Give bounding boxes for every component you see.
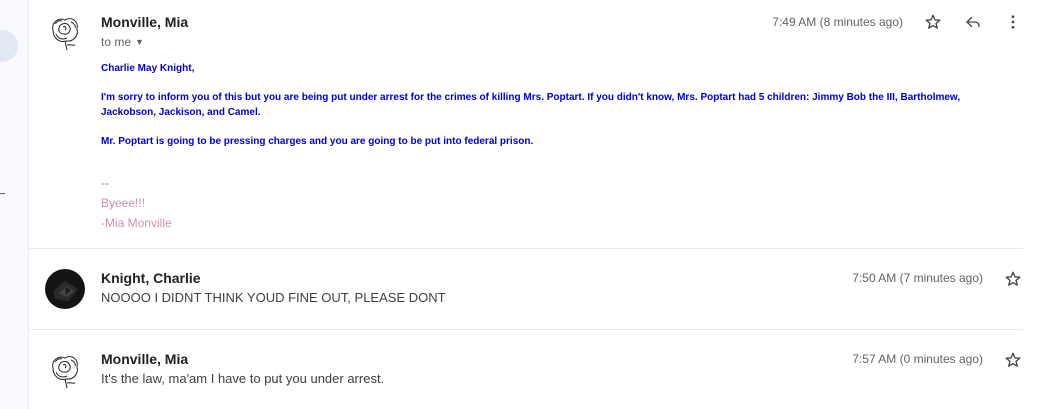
- message-collapsed[interactable]: Knight, Charlie NOOOO I DIDNT THINK YOUD…: [29, 249, 1023, 330]
- message-snippet: NOOOO I DIDNT THINK YOUD FINE OUT, PLEAS…: [101, 290, 446, 305]
- body-paragraph-2: Mr. Poptart is going to be pressing char…: [101, 136, 534, 147]
- nav-active-indicator[interactable]: [0, 30, 18, 62]
- left-navigation-rail: [0, 0, 29, 409]
- more-options-icon[interactable]: [1003, 12, 1023, 32]
- body-paragraph-1: I'm sorry to inform you of this but you …: [101, 92, 961, 118]
- star-icon[interactable]: [1003, 350, 1023, 370]
- reply-icon[interactable]: [963, 12, 983, 32]
- body-greeting: Charlie May Knight,: [101, 63, 195, 74]
- message-expanded: Monville, Mia to me ▼ 7:49 AM (8 minutes …: [29, 0, 1023, 249]
- signature-block: -- Byeee!!! -Mia Monville: [101, 173, 1016, 233]
- avatar-rose[interactable]: [45, 12, 85, 52]
- message-snippet: It's the law, ma'am I have to put you un…: [101, 371, 385, 386]
- avatar-photo[interactable]: [45, 269, 85, 309]
- sender-name[interactable]: Monville, Mia: [101, 351, 188, 367]
- signature-line-2: -Mia Monville: [101, 216, 172, 230]
- message-timestamp: 7:57 AM (0 minutes ago): [852, 352, 983, 366]
- signature-separator: --: [101, 176, 109, 190]
- message-body: Charlie May Knight, I'm sorry to inform …: [101, 61, 1016, 233]
- message-timestamp: 7:49 AM (8 minutes ago): [772, 15, 903, 29]
- recipients-label: to me: [101, 35, 132, 49]
- sender-name[interactable]: Knight, Charlie: [101, 270, 201, 286]
- recipients-toggle[interactable]: to me ▼: [101, 35, 144, 49]
- message-collapsed[interactable]: Monville, Mia It's the law, ma'am I have…: [29, 330, 1023, 409]
- sender-name[interactable]: Monville, Mia: [101, 14, 188, 30]
- star-icon[interactable]: [923, 12, 943, 32]
- message-timestamp: 7:50 AM (7 minutes ago): [852, 271, 983, 285]
- rail-divider: [0, 193, 5, 194]
- star-icon[interactable]: [1003, 269, 1023, 289]
- caret-down-icon[interactable]: ▼: [135, 37, 144, 47]
- avatar-rose[interactable]: [45, 350, 85, 390]
- signature-line-1: Byeee!!!: [101, 196, 146, 210]
